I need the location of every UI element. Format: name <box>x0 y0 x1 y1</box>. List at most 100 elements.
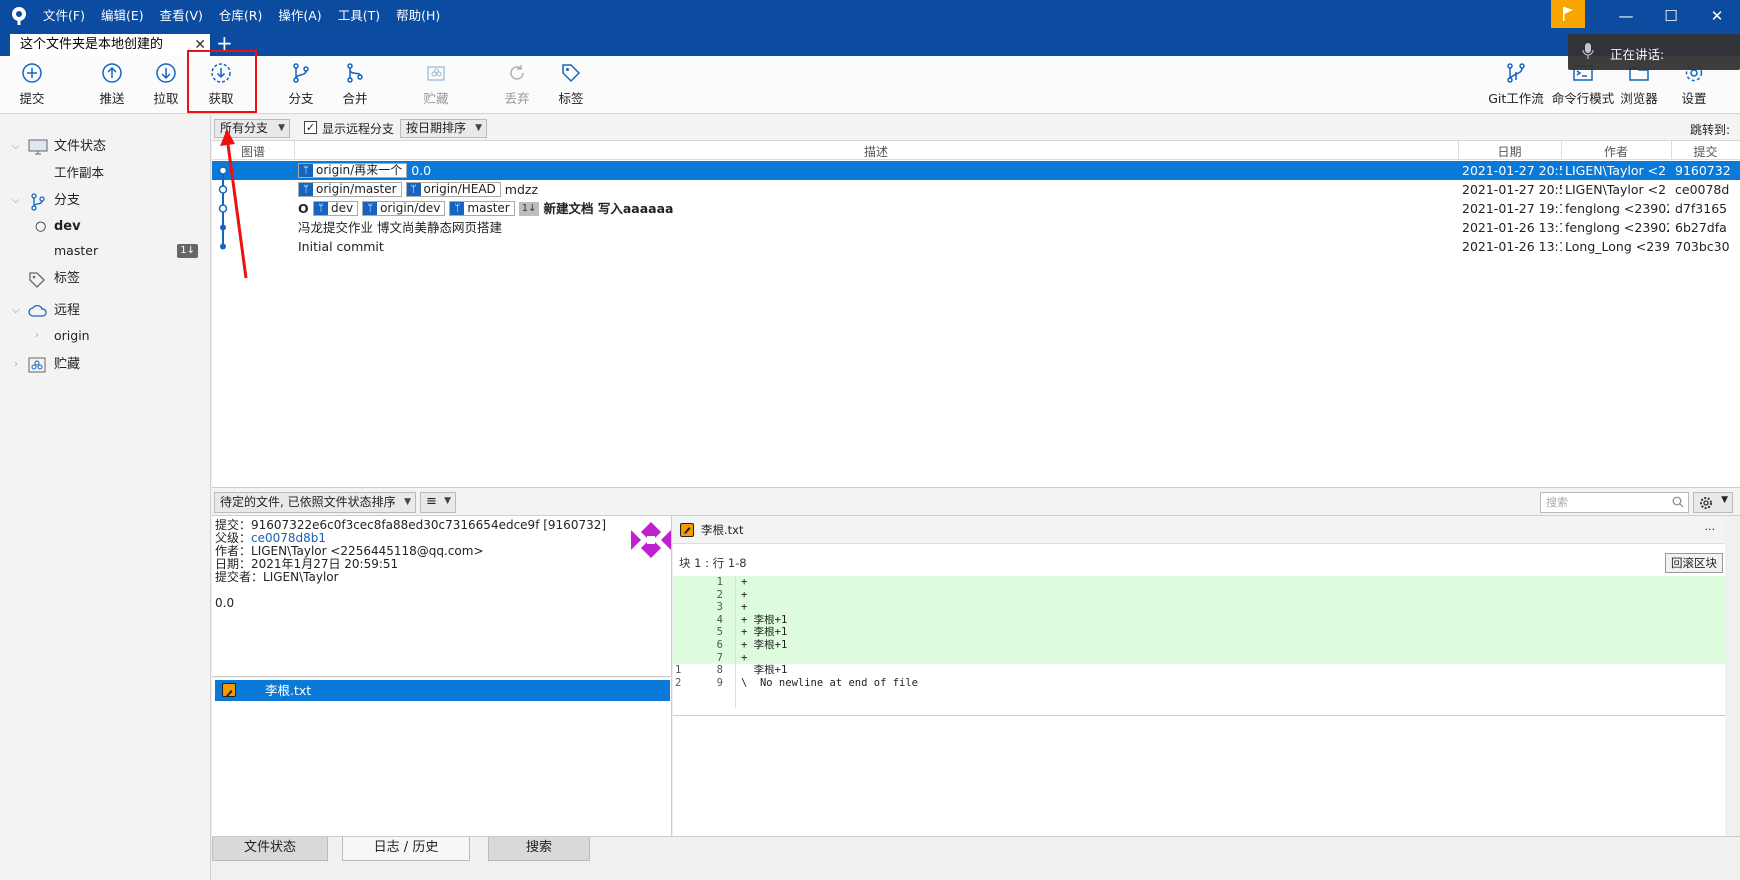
show-remote-checkbox[interactable]: ✓ <box>304 121 317 134</box>
tab-file-status[interactable]: 文件状态 <box>212 837 328 861</box>
diff-more-button[interactable]: ... <box>1705 520 1716 533</box>
sidebar-branches[interactable]: ⌵ 分支 <box>0 190 210 212</box>
diff-line[interactable]: 6 + 李根+1 <box>673 639 1725 652</box>
diff-file-header: 李根.txt ... <box>673 516 1725 544</box>
description-column-header[interactable]: 描述 <box>294 143 1458 160</box>
sidebar-remotes[interactable]: ⌵ 远程 <box>0 300 210 322</box>
stash-button[interactable]: 贮藏 <box>408 62 464 107</box>
sort-dropdown[interactable]: 按日期排序 ▼ <box>400 119 487 138</box>
commit-details-panel: 提交：91607322e6c0f3cec8fa88ed30c7316654edc… <box>212 516 672 677</box>
branch-ref-text: origin/再来一个 <box>316 163 403 177</box>
diff-scrollbar[interactable] <box>1725 516 1740 836</box>
tab-log-history[interactable]: 日志 / 历史 <box>342 837 470 861</box>
commit-column-header[interactable]: 提交 <box>1671 143 1740 160</box>
maximize-button[interactable]: ☐ <box>1648 0 1694 32</box>
menu-file[interactable]: 文件(F) <box>43 0 85 32</box>
diff-settings-dropdown[interactable]: ▼ <box>1693 492 1733 513</box>
menu-edit[interactable]: 编辑(E) <box>101 0 144 32</box>
tag-button[interactable]: 标签 <box>543 62 599 107</box>
table-row[interactable]: ᛘ origin/master ᛘ origin/HEAD mdzz 2021-01-27… <box>212 180 1740 199</box>
diff-line[interactable]: 3 + <box>673 601 1725 614</box>
notification-flag-button[interactable] <box>1551 0 1585 28</box>
branch-ref-label[interactable]: ᛘ origin/再来一个 <box>298 163 408 178</box>
branch-ref-label[interactable]: ᛘ origin/dev <box>362 201 446 216</box>
menu-help[interactable]: 帮助(H) <box>396 0 440 32</box>
pending-files-sort-dropdown[interactable]: 待定的文件, 已依照文件状态排序 ▼ <box>214 492 416 513</box>
diff-line[interactable]: 7 + <box>673 651 1725 665</box>
commit-description: 冯龙提交作业 博文尚美静态网页搭建 <box>298 218 1454 237</box>
sidebar-item-working-copy[interactable]: 工作副本 <box>0 162 210 184</box>
commit-hash-value[interactable]: 91607322e6c0f3cec8fa88ed30c7316654edce9f… <box>251 518 606 532</box>
hunk-label: 块 1 : 行 1-8 <box>679 556 747 570</box>
cloud-icon <box>28 304 47 317</box>
branch-ref-icon: ᛘ <box>313 202 328 215</box>
merge-button[interactable]: 合并 <box>327 62 383 107</box>
branch-ref-label[interactable]: ᛘ origin/master <box>298 182 402 197</box>
push-button[interactable]: 推送 <box>84 62 140 107</box>
merge-label: 合并 <box>342 91 368 106</box>
sidebar-item-origin[interactable]: › origin <box>0 325 210 347</box>
menu-repository[interactable]: 仓库(R) <box>219 0 262 32</box>
table-row[interactable]: Initial commit 2021-01-26 13:14Long_Long … <box>212 237 1740 256</box>
sidebar-file-status[interactable]: ⌵ 文件状态 <box>0 136 210 158</box>
rollback-hunk-button[interactable]: 回滚区块 <box>1665 553 1723 573</box>
sidebar-tags[interactable]: 标签 <box>0 268 210 290</box>
tab-search[interactable]: 搜索 <box>488 837 590 861</box>
branch-ref-label[interactable]: ᛘ dev <box>312 201 359 216</box>
view-mode-dropdown[interactable]: ≡ ▼ <box>420 492 456 513</box>
commit-date: 2021-01-27 19:14 <box>1462 201 1562 216</box>
author-column-header[interactable]: 作者 <box>1561 143 1671 160</box>
branch-filter-dropdown[interactable]: 所有分支 ▼ <box>214 119 290 138</box>
commit-button[interactable]: 提交 <box>4 62 60 107</box>
commit-message: 0.0 <box>215 596 235 610</box>
diff-line[interactable]: 1 + <box>673 576 1725 589</box>
collapse-caret-icon[interactable]: ⌵ <box>12 190 20 212</box>
branch-ref-label[interactable]: ᛘ master <box>449 201 515 216</box>
date-column-header[interactable]: 日期 <box>1458 143 1561 160</box>
diff-line[interactable]: 2 9 \ No newline at end of file <box>673 677 1725 690</box>
branch-ref-text: dev <box>330 201 354 215</box>
diff-line[interactable]: 1 8 李根+1 <box>673 664 1725 677</box>
expand-caret-icon[interactable]: › <box>35 325 39 347</box>
file-row[interactable]: 李根.txt <box>215 680 670 701</box>
branch-button[interactable]: 分支 <box>273 62 329 107</box>
table-row[interactable]: 冯龙提交作业 博文尚美静态网页搭建 2021-01-26 13:17fenglon… <box>212 218 1740 237</box>
graph-node <box>218 204 228 213</box>
collapse-caret-icon[interactable]: ⌵ <box>12 300 20 322</box>
menu-actions[interactable]: 操作(A) <box>278 0 321 32</box>
expand-caret-icon[interactable]: › <box>14 354 18 376</box>
flag-icon <box>1563 7 1573 21</box>
sidebar-item-dev[interactable]: ○ dev <box>0 216 210 238</box>
chevron-down-icon: ▼ <box>404 497 411 507</box>
gitflow-button[interactable]: Git工作流 <box>1483 62 1549 107</box>
repo-tab[interactable]: 这个文件夹是本地创建的 ✕ <box>10 34 210 56</box>
sidebar-item-master[interactable]: master 1↓ <box>0 240 210 262</box>
committer-line: 提交者：LIGEN\Taylor <box>215 571 339 584</box>
close-window-button[interactable]: ✕ <box>1694 0 1740 32</box>
discard-button[interactable]: 丢弃 <box>489 62 545 107</box>
collapse-caret-icon[interactable]: ⌵ <box>12 136 20 158</box>
current-branch-marker-icon: ○ <box>35 219 47 234</box>
commit-hash: 703bc30 <box>1675 239 1730 254</box>
table-row[interactable]: O ᛘ dev ᛘ origin/dev ᛘ master 1↓ 新建文档 写入aaaaaa 2… <box>212 199 1740 218</box>
diff-line-new: 7 <box>716 651 723 664</box>
parent-hash-link[interactable]: ce0078d8b1 <box>251 531 326 545</box>
search-input[interactable]: 搜索 <box>1540 492 1689 513</box>
commit-hash: 9160732 <box>1675 163 1731 178</box>
minimize-button[interactable]: — <box>1603 0 1649 32</box>
diff-line-text: 李根+1 <box>741 664 788 677</box>
branch-ref-label[interactable]: ᛘ origin/HEAD <box>405 182 501 197</box>
jump-to-label[interactable]: 跳转到: <box>1690 121 1730 138</box>
diff-line[interactable]: 4 + 李根+1 <box>673 613 1725 627</box>
diff-line[interactable]: 5 + 李根+1 <box>673 626 1725 639</box>
discard-label: 丢弃 <box>504 91 530 106</box>
menu-tools[interactable]: 工具(T) <box>338 0 380 32</box>
pull-button[interactable]: 拉取 <box>138 62 194 107</box>
table-row[interactable]: ᛘorigin/再来一个0.02021-01-27 20:59LIGEN\Tay… <box>212 161 1740 180</box>
commit-hash: d7f3165 <box>1675 201 1728 216</box>
diff-line[interactable]: 2 + <box>673 588 1725 602</box>
stash-icon <box>427 66 445 81</box>
sidebar-stashes[interactable]: › 贮藏 <box>0 354 210 376</box>
branch-ref-icon: ᛘ <box>450 202 465 215</box>
menu-view[interactable]: 查看(V) <box>160 0 203 32</box>
